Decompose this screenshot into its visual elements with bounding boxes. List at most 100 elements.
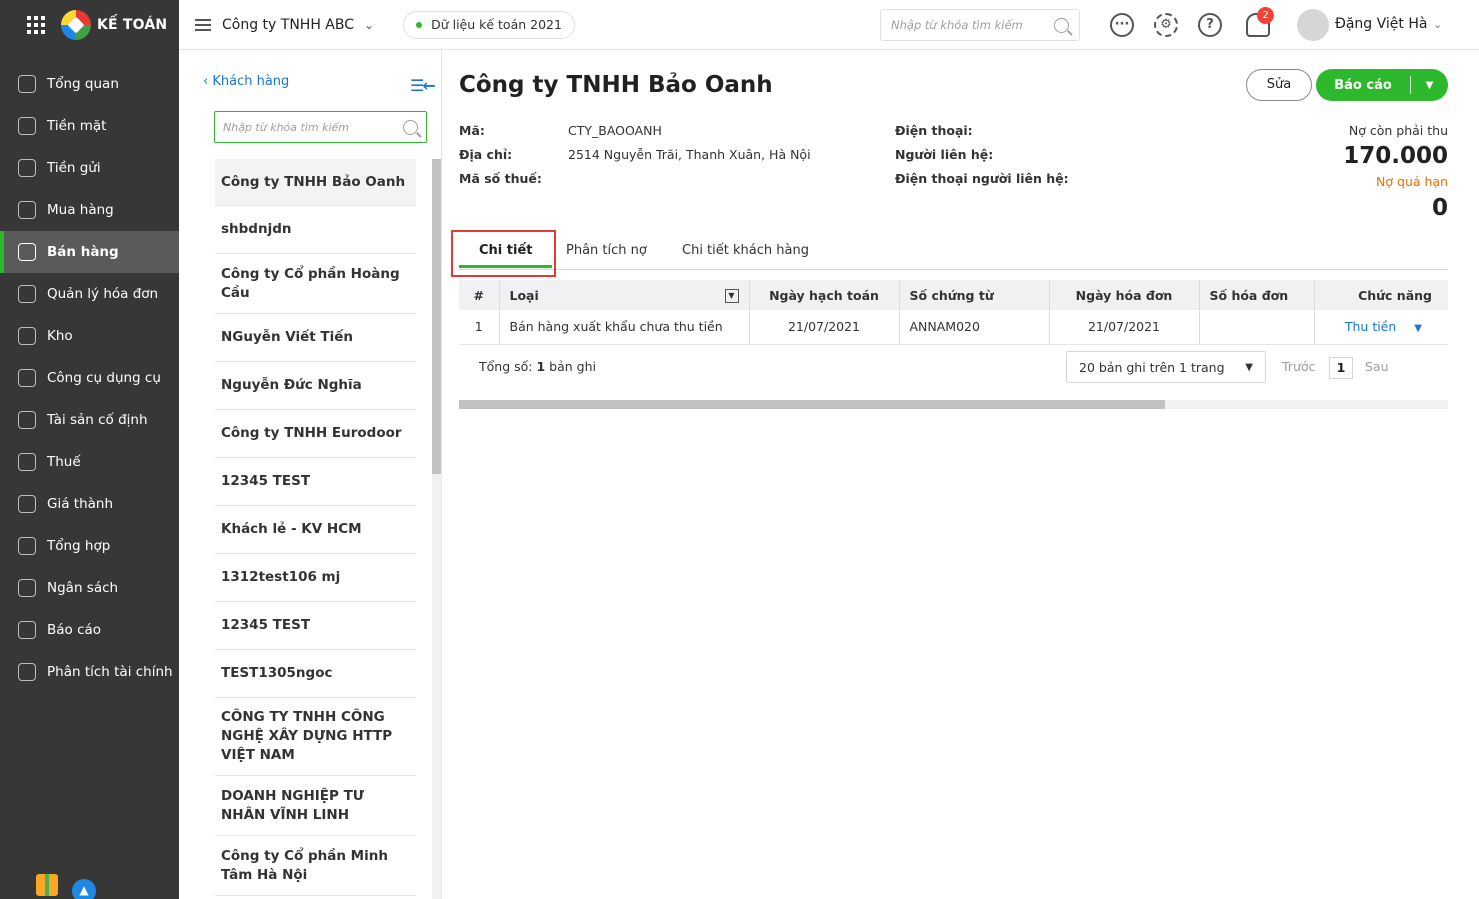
- collect-payment-link[interactable]: Thu tiền: [1345, 319, 1396, 334]
- list-scrollbar-track[interactable]: [432, 474, 441, 899]
- next-page-button[interactable]: Sau: [1365, 359, 1389, 374]
- asset-icon: [18, 411, 36, 429]
- col-header-voucher-no[interactable]: Số chứng từ: [899, 280, 1050, 310]
- nav-item[interactable]: Công cụ dụng cụ: [0, 357, 179, 399]
- nav-item[interactable]: Bán hàng: [0, 231, 179, 273]
- price-tag-icon: [18, 495, 36, 513]
- nav-item[interactable]: Thuế: [0, 441, 179, 483]
- menu-icon[interactable]: [195, 18, 211, 31]
- warehouse-icon: [18, 327, 36, 345]
- nav-list: Tổng quan Tiền mặt Tiền gửi Mua hàng Bán hàn…: [0, 63, 179, 693]
- col-header-type[interactable]: Loại ▼: [499, 280, 750, 310]
- list-item[interactable]: Công ty TNHH Bảo Oanh: [215, 159, 416, 206]
- search-icon[interactable]: [403, 119, 418, 135]
- total-unit: bản ghi: [549, 359, 596, 374]
- customer-search-input[interactable]: Nhập từ khóa tìm kiếm: [214, 111, 427, 143]
- col-header-invoice-no[interactable]: Số hóa đơn: [1199, 280, 1315, 310]
- cell-invoice-date: 21/07/2021: [1049, 310, 1200, 345]
- filter-icon[interactable]: ▼: [724, 288, 739, 303]
- list-item[interactable]: Khách lẻ - KV HCM: [215, 506, 416, 554]
- shopping-bag-icon: [18, 201, 36, 219]
- nav-item[interactable]: Tiền gửi: [0, 147, 179, 189]
- action-caret-down-icon[interactable]: ▼: [1414, 323, 1422, 334]
- nav-item[interactable]: Giá thành: [0, 483, 179, 525]
- list-item-label: 12345 TEST: [221, 473, 311, 489]
- list-item[interactable]: TEST1305ngoc: [215, 650, 416, 698]
- col-header-post-date[interactable]: Ngày hạch toán: [749, 280, 900, 310]
- more-icon[interactable]: ···: [1110, 13, 1134, 37]
- nav-item[interactable]: Phân tích tài chính: [0, 651, 179, 693]
- list-item-label: Công ty Cổ phần Hoàng Cầu: [221, 265, 400, 301]
- list-item[interactable]: 12345 TEST: [215, 458, 416, 506]
- list-item[interactable]: DOANH NGHIỆP TƯ NHÂN VĨNH LINH: [215, 776, 416, 836]
- list-item[interactable]: 1312test106 mj: [215, 554, 416, 602]
- nav-item[interactable]: Ngân sách: [0, 567, 179, 609]
- help-icon[interactable]: ?: [1198, 13, 1222, 37]
- avatar[interactable]: [1297, 9, 1329, 41]
- nav-item-label: Kho: [47, 328, 73, 344]
- global-search-input[interactable]: Nhập từ khóa tìm kiếm: [880, 9, 1080, 41]
- caret-down-icon[interactable]: ▼: [1411, 80, 1448, 91]
- nav-item[interactable]: Kho: [0, 315, 179, 357]
- user-chevron-down-icon[interactable]: ⌄: [1433, 18, 1442, 31]
- tools-icon: [18, 369, 36, 387]
- list-item[interactable]: Công ty Cổ phần Hoàng Cầu: [215, 254, 416, 314]
- page-size-select[interactable]: 20 bản ghi trên 1 trang ▼: [1066, 351, 1266, 383]
- logo-icon: [61, 10, 91, 40]
- list-item[interactable]: CÔNG TY TNHH CÔNG NGHỆ XÂY DỰNG HTTP VIỆ…: [215, 698, 416, 776]
- code-value: CTY_BAOOANH: [568, 123, 662, 138]
- nav-item[interactable]: Mua hàng: [0, 189, 179, 231]
- nav-item[interactable]: Tổng hợp: [0, 525, 179, 567]
- nav-item[interactable]: Tổng quan: [0, 63, 179, 105]
- nav-item-label: Tổng hợp: [47, 538, 111, 554]
- collapse-panel-icon[interactable]: ☰←: [410, 76, 436, 95]
- nav-item[interactable]: Quản lý hóa đơn: [0, 273, 179, 315]
- bank-icon: [18, 159, 36, 177]
- page-title: Công ty TNHH Bảo Oanh: [459, 72, 773, 98]
- tab-debt-analysis[interactable]: Phân tích nợ: [566, 232, 647, 270]
- gear-icon[interactable]: ⚙: [1154, 13, 1178, 37]
- list-scrollbar[interactable]: [432, 159, 441, 474]
- search-icon[interactable]: [1054, 17, 1069, 33]
- tab-highlight-box: [451, 230, 556, 277]
- search-placeholder: Nhập từ khóa tìm kiếm: [891, 18, 1023, 32]
- list-item[interactable]: shbdnjdn: [215, 206, 416, 254]
- customer-search-placeholder: Nhập từ khóa tìm kiếm: [223, 120, 350, 134]
- logo-text: KẾ TOÁN: [97, 17, 168, 33]
- app-grid-icon[interactable]: [27, 16, 45, 34]
- edit-button[interactable]: Sửa: [1246, 69, 1312, 101]
- accounting-data-pill[interactable]: Dữ liệu kế toán 2021: [403, 10, 575, 39]
- list-item[interactable]: Công ty Cổ phần Minh Tâm Hà Nội: [215, 836, 416, 896]
- prev-page-button[interactable]: Trước: [1282, 359, 1315, 374]
- col-header-type-label: Loại: [509, 287, 539, 303]
- list-item-label: NGuyễn Viết Tiến: [221, 329, 354, 345]
- list-item[interactable]: 12345 TEST: [215, 602, 416, 650]
- gift-icon[interactable]: [36, 874, 58, 896]
- col-header-actions: Chức năng: [1314, 280, 1448, 310]
- report-button-label: Báo cáo: [1334, 77, 1392, 93]
- list-item[interactable]: Nguyễn Đức Nghĩa: [215, 362, 416, 410]
- nav-item[interactable]: Tiền mặt: [0, 105, 179, 147]
- chevron-down-icon[interactable]: ⌄: [364, 18, 374, 32]
- nav-item-label: Quản lý hóa đơn: [47, 286, 159, 302]
- transactions-table: # Loại ▼ Ngày hạch toán Số chứng từ Ngày …: [459, 280, 1448, 345]
- list-item[interactable]: NGuyễn Viết Tiến: [215, 314, 416, 362]
- table-scrollbar-thumb[interactable]: [459, 400, 1165, 409]
- company-selector[interactable]: Công ty TNHH ABC: [222, 17, 354, 33]
- voucher-link[interactable]: ANNAM020: [899, 310, 1050, 345]
- report-button[interactable]: Báo cáo ▼: [1316, 69, 1448, 101]
- status-dot: [416, 21, 423, 28]
- budget-icon: [18, 579, 36, 597]
- back-link[interactable]: ‹ Khách hàng: [203, 74, 289, 89]
- nav-item[interactable]: Báo cáo: [0, 609, 179, 651]
- nav-item[interactable]: Tài sản cố định: [0, 399, 179, 441]
- tab-customer-detail[interactable]: Chi tiết khách hàng: [682, 232, 809, 270]
- table-row[interactable]: 1 Bán hàng xuất khẩu chưa thu tiền 21/07…: [459, 310, 1448, 345]
- list-item[interactable]: Công ty TNHH Eurodoor: [215, 410, 416, 458]
- col-header-invoice-date[interactable]: Ngày hóa đơn: [1049, 280, 1200, 310]
- user-name[interactable]: Đặng Việt Hà: [1335, 16, 1427, 32]
- scroll-up-button[interactable]: ▲: [72, 879, 96, 899]
- current-page[interactable]: 1: [1329, 357, 1353, 379]
- list-item-label: Công ty TNHH Eurodoor: [221, 425, 402, 441]
- report-chart-icon: [18, 621, 36, 639]
